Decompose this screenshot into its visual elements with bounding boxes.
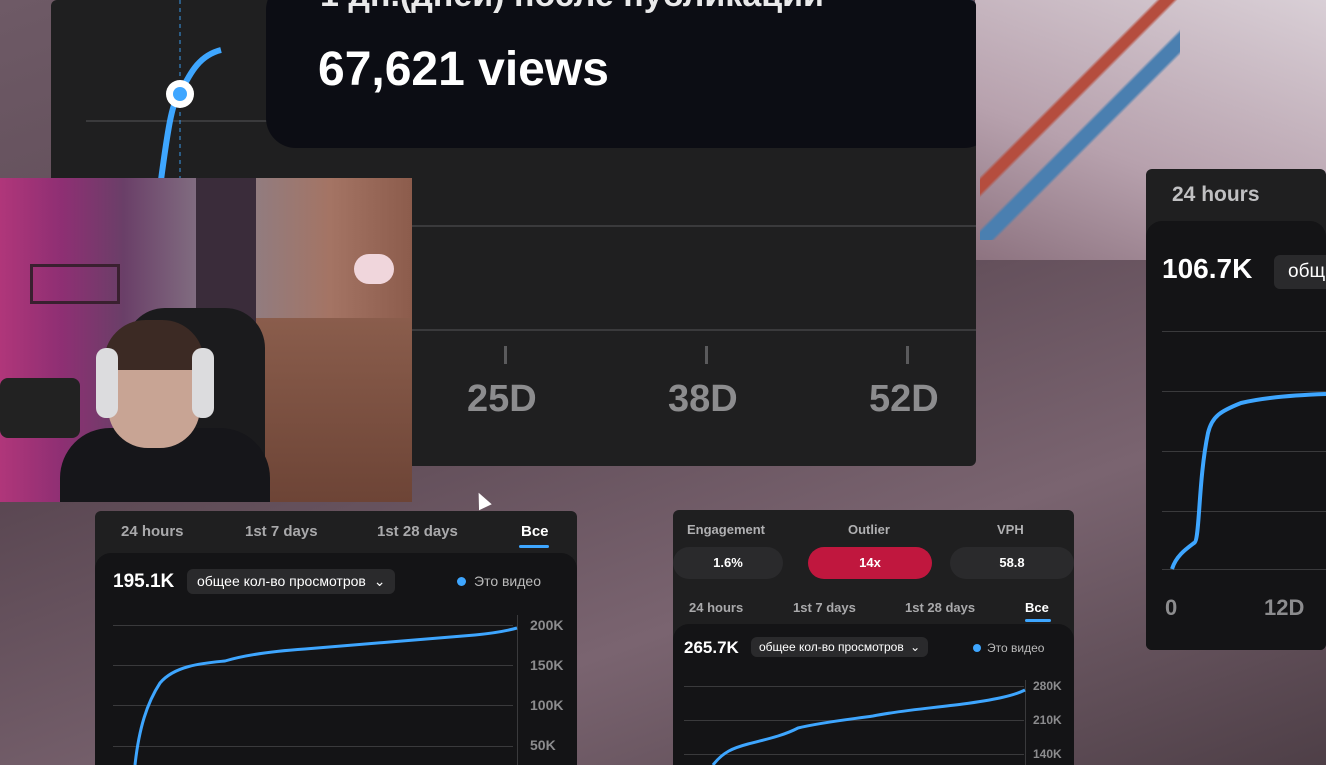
right-chart-line — [1170, 392, 1326, 570]
active-tab-underline — [519, 545, 549, 548]
x-tick-mark — [906, 346, 909, 364]
y-tick-label: 210K — [1033, 713, 1062, 727]
right-card: 106.7K общ 0 12D — [1146, 221, 1326, 650]
tab-24-hours[interactable]: 24 hours — [121, 523, 184, 540]
middle-chart-line — [711, 688, 1026, 765]
y-tick-label: 150K — [530, 657, 564, 673]
middle-small-panel: Engagement Outlier VPH 1.6% 14x 58.8 24 … — [673, 510, 1074, 765]
y-tick-label: 140K — [1033, 747, 1062, 761]
microphone — [0, 378, 80, 438]
x-tick-label: 52D — [869, 378, 939, 420]
tab-all[interactable]: Все — [1025, 600, 1049, 615]
engagement-value: 1.6% — [673, 547, 783, 579]
vph-value: 58.8 — [950, 547, 1074, 579]
left-small-panel: 24 hours 1st 7 days 1st 28 days Все 195.… — [95, 511, 577, 765]
x-tick-mark — [705, 346, 708, 364]
tab-1st-7-days[interactable]: 1st 7 days — [245, 523, 318, 540]
x-tick-label: 25D — [467, 378, 537, 420]
tooltip-views: 67,621 views — [318, 43, 609, 96]
mouse-cursor-icon — [472, 489, 492, 511]
metric-label-vph: VPH — [997, 522, 1024, 537]
x-tick-label: 12D — [1264, 595, 1305, 620]
left-chart-line — [133, 626, 518, 765]
left-card: 195.1K общее кол-во просмотров ⌄ Это вид… — [95, 553, 577, 765]
y-tick-label: 200K — [530, 617, 564, 633]
tab-1st-7-days[interactable]: 1st 7 days — [793, 600, 856, 615]
tab-24-hours[interactable]: 24 hours — [1172, 183, 1260, 207]
y-tick-label: 100K — [530, 697, 564, 713]
webcam-overlay — [0, 178, 412, 502]
chart-tooltip: 1 дн.(дней) после публикации 67,621 view… — [266, 0, 976, 148]
active-tab-underline — [1025, 619, 1051, 622]
tooltip-subtitle: 1 дн.(дней) после публикации — [320, 0, 824, 15]
x-tick-label: 0 — [1165, 595, 1178, 620]
x-tick-mark — [504, 346, 507, 364]
x-tick-label: 38D — [668, 378, 738, 420]
tab-all[interactable]: Все — [521, 523, 549, 540]
headphone-right — [192, 348, 214, 418]
tab-1st-28-days[interactable]: 1st 28 days — [905, 600, 975, 615]
room-doorway — [196, 178, 256, 328]
tv-mount — [30, 264, 120, 304]
right-chart-panel: 24 hours 106.7K общ 0 12D — [1146, 169, 1326, 650]
outlier-value: 14x — [808, 547, 932, 579]
metric-label-engagement: Engagement — [687, 522, 766, 537]
y-tick-label: 280K — [1033, 679, 1062, 693]
bunny-lamp — [354, 254, 394, 284]
tab-1st-28-days[interactable]: 1st 28 days — [377, 523, 458, 540]
y-tick-label: 50K — [530, 737, 556, 753]
middle-card: 265.7K общее кол-во просмотров ⌄ Это вид… — [673, 624, 1074, 765]
headphone-left — [96, 348, 118, 418]
metric-label-outlier: Outlier — [848, 522, 890, 537]
tab-24-hours[interactable]: 24 hours — [689, 600, 743, 615]
